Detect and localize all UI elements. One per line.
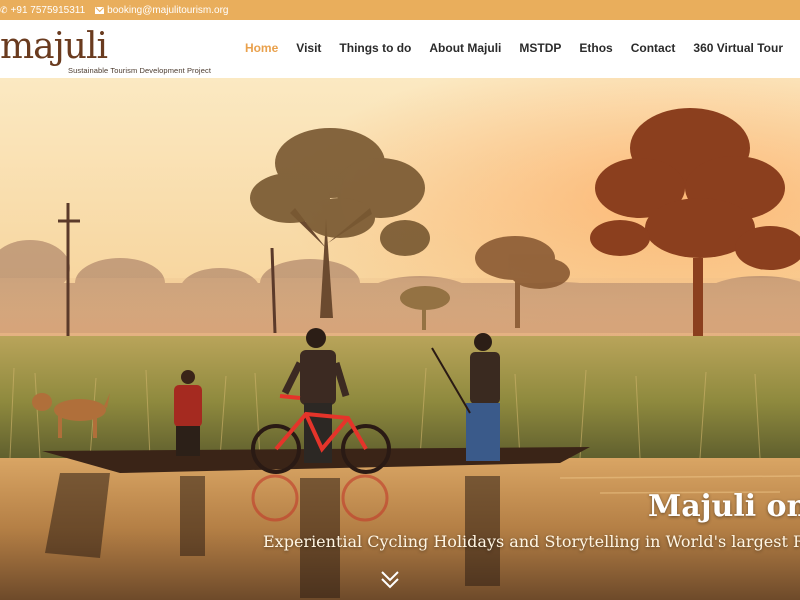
logo-wordmark: majuli (0, 26, 108, 67)
site-logo[interactable]: majuli Sustainable Tourism Development P… (0, 26, 211, 76)
nav-things-to-do[interactable]: Things to do (339, 41, 411, 55)
phone-number: +91 7575915311 (10, 4, 86, 16)
hero-subtitle: Experiential Cycling Holidays and Storyt… (263, 532, 800, 551)
hero-title: Majuli on C (648, 489, 800, 524)
nav-home[interactable]: Home (245, 41, 278, 55)
email-address: booking@majulitourism.org (107, 4, 229, 16)
envelope-icon (95, 6, 105, 14)
contact-bar: ✆ +91 7575915311 booking@majulitourism.o… (0, 0, 800, 20)
logo-tagline: Sustainable Tourism Development Project (68, 66, 211, 75)
nav-visit[interactable]: Visit (296, 41, 321, 55)
double-chevron-down-icon[interactable] (379, 569, 401, 591)
phone-icon: ✆ (0, 4, 8, 15)
nav-mstdp[interactable]: MSTDP (519, 41, 561, 55)
nav-contact[interactable]: Contact (631, 41, 676, 55)
phone-link[interactable]: ✆ +91 7575915311 (0, 5, 85, 16)
main-nav: Home Visit Things to do About Majuli MST… (245, 41, 783, 55)
nav-ethos[interactable]: Ethos (579, 41, 612, 55)
email-link[interactable]: booking@majulitourism.org (95, 4, 229, 16)
hero-banner: Majuli on C Experiential Cycling Holiday… (0, 78, 800, 600)
site-header: majuli Sustainable Tourism Development P… (0, 20, 800, 78)
nav-360-virtual-tour[interactable]: 360 Virtual Tour (693, 41, 783, 55)
nav-about-majuli[interactable]: About Majuli (429, 41, 501, 55)
